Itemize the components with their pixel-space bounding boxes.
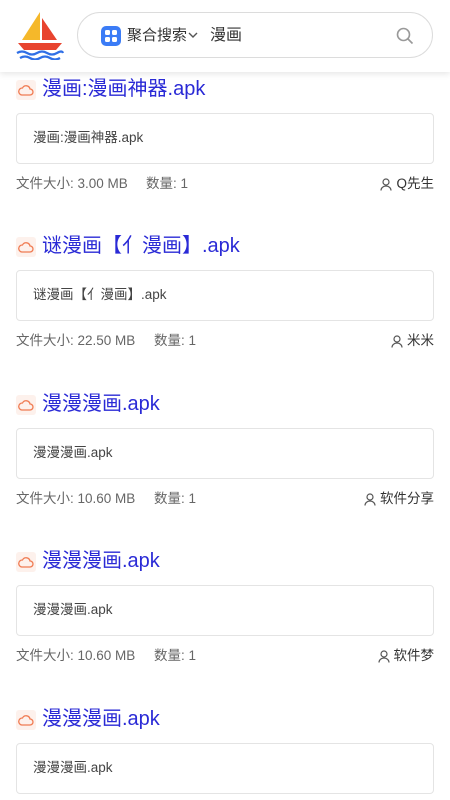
- cloud-icon: [16, 80, 36, 100]
- file-count: 数量: 1: [154, 648, 197, 663]
- result-title-row[interactable]: 漫漫漫画.apk: [16, 704, 436, 734]
- result-snippet-text: 漫漫漫画.apk: [33, 760, 113, 775]
- result-item: 漫漫漫画.apk 漫漫漫画.apk 文件大小: 10.60 MB 数量: 1 软…: [0, 389, 450, 519]
- grid-icon[interactable]: [101, 26, 121, 46]
- result-meta: 文件大小: 10.60 MB 数量: 1 软件梦: [16, 646, 434, 666]
- uploader[interactable]: 米米: [391, 331, 434, 354]
- result-title-link[interactable]: 漫漫漫画.apk: [42, 389, 160, 419]
- cloud-icon: [16, 710, 36, 730]
- result-title-row[interactable]: 漫漫漫画.apk: [16, 546, 436, 576]
- file-count: 数量: 1: [146, 176, 189, 191]
- uploader[interactable]: 软件分享: [364, 489, 434, 512]
- cloud-icon: [16, 395, 36, 415]
- result-snippet-text: 谜漫画【亻漫画】.apk: [33, 287, 167, 302]
- chevron-down-icon[interactable]: [188, 28, 198, 47]
- result-meta: 文件大小: 22.50 MB 数量: 1 米米: [16, 331, 434, 351]
- search-box[interactable]: 聚合搜索 漫画: [77, 12, 433, 58]
- result-meta: 文件大小: 10.60 MB 数量: 1 软件分享: [16, 489, 434, 509]
- result-title-link[interactable]: 漫漫漫画.apk: [42, 704, 160, 734]
- uploader-name[interactable]: Q先生: [396, 176, 434, 191]
- file-count: 数量: 1: [154, 333, 197, 348]
- cloud-icon: [16, 552, 36, 572]
- result-item: 谜漫画【亻漫画】.apk 谜漫画【亻漫画】.apk 文件大小: 22.50 MB…: [0, 231, 450, 361]
- result-snippet: 漫漫漫画.apk: [16, 743, 434, 794]
- uploader[interactable]: Q先生: [380, 174, 434, 197]
- result-title-link[interactable]: 漫漫漫画.apk: [42, 546, 160, 576]
- sailboat-logo[interactable]: [14, 10, 66, 61]
- result-snippet: 谜漫画【亻漫画】.apk: [16, 270, 434, 321]
- user-icon: [364, 492, 376, 512]
- search-icon[interactable]: [396, 27, 414, 50]
- user-icon: [380, 177, 393, 197]
- result-snippet: 漫漫漫画.apk: [16, 428, 434, 479]
- file-size: 文件大小: 3.00 MB: [16, 176, 128, 191]
- user-icon: [377, 649, 390, 669]
- result-item: 漫漫漫画.apk 漫漫漫画.apk 文件大小: 10.60 MB 数量: 1 软…: [0, 546, 450, 676]
- search-scope-label[interactable]: 聚合搜索: [127, 26, 187, 46]
- file-size: 文件大小: 10.60 MB: [16, 648, 136, 663]
- search-input[interactable]: 漫画: [210, 26, 242, 46]
- file-size: 文件大小: 10.60 MB: [16, 491, 136, 506]
- result-title-row[interactable]: 漫画:漫画神器.apk: [16, 74, 436, 104]
- file-size: 文件大小: 22.50 MB: [16, 333, 136, 348]
- result-meta: 文件大小: 3.00 MB 数量: 1 Q先生: [16, 174, 434, 194]
- result-title-link[interactable]: 谜漫画【亻漫画】.apk: [42, 231, 240, 261]
- result-snippet: 漫漫漫画.apk: [16, 585, 434, 636]
- result-snippet: 漫画:漫画神器.apk: [16, 113, 434, 164]
- result-snippet-text: 漫漫漫画.apk: [33, 445, 113, 460]
- result-item: 漫漫漫画.apk 漫漫漫画.apk: [0, 704, 450, 800]
- file-count: 数量: 1: [154, 491, 197, 506]
- uploader-name[interactable]: 米米: [407, 333, 434, 348]
- result-title-link[interactable]: 漫画:漫画神器.apk: [42, 74, 205, 104]
- user-icon: [391, 334, 403, 354]
- result-item: 漫画:漫画神器.apk 漫画:漫画神器.apk 文件大小: 3.00 MB 数量…: [0, 74, 450, 204]
- cloud-icon: [16, 237, 36, 257]
- result-title-row[interactable]: 漫漫漫画.apk: [16, 389, 436, 419]
- uploader[interactable]: 软件梦: [377, 646, 435, 669]
- result-snippet-text: 漫漫漫画.apk: [33, 602, 113, 617]
- uploader-name[interactable]: 软件梦: [394, 648, 435, 663]
- result-title-row[interactable]: 谜漫画【亻漫画】.apk: [16, 231, 436, 261]
- result-snippet-text: 漫画:漫画神器.apk: [33, 130, 144, 145]
- uploader-name[interactable]: 软件分享: [380, 491, 434, 506]
- top-bar: 聚合搜索 漫画: [0, 0, 450, 72]
